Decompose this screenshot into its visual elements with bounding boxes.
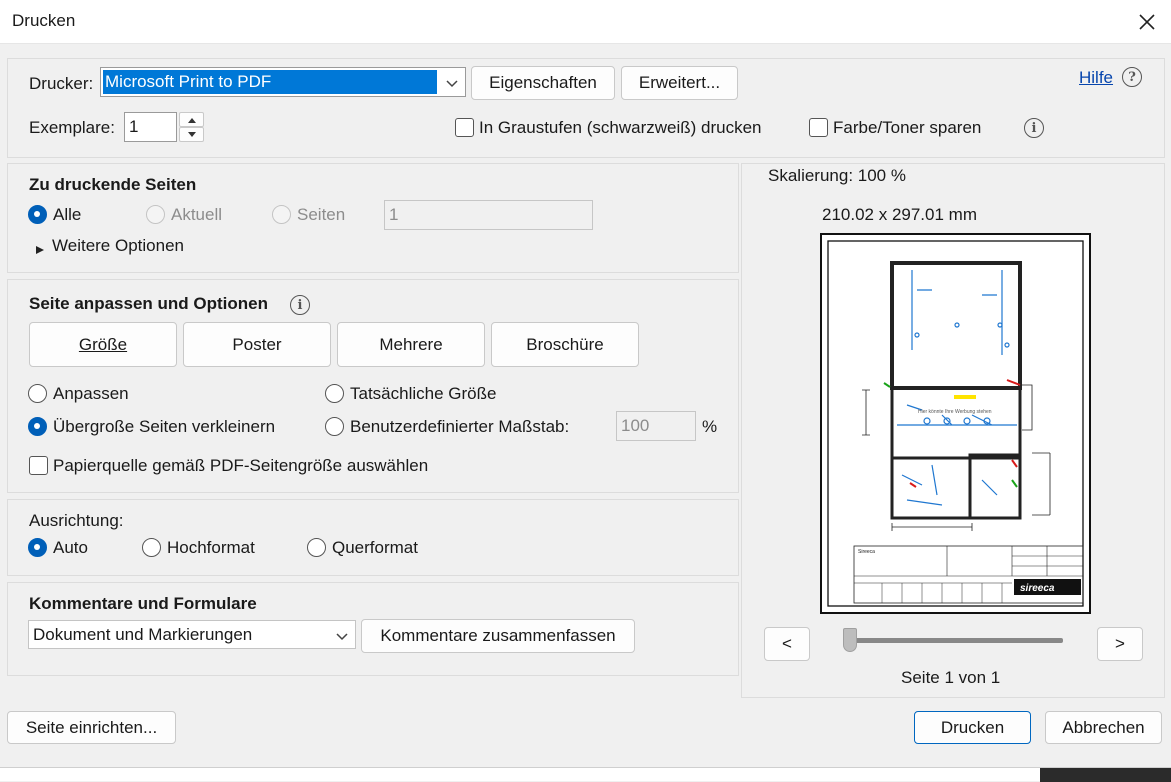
tab-booklet[interactable]: Broschüre: [491, 322, 639, 367]
copies-value: 1: [129, 117, 139, 136]
save-toner-label[interactable]: Farbe/Toner sparen: [833, 118, 981, 138]
close-icon[interactable]: [1129, 4, 1165, 40]
orientation-portrait-label[interactable]: Hochformat: [167, 538, 255, 558]
custom-scale-value: 100: [621, 416, 650, 435]
printer-select[interactable]: Microsoft Print to PDF: [100, 67, 466, 97]
info-icon[interactable]: i: [1024, 118, 1044, 138]
copies-label: Exemplare:: [29, 118, 115, 137]
help-link[interactable]: Hilfe: [1079, 68, 1113, 88]
pages-heading: Zu druckende Seiten: [29, 175, 197, 194]
chevron-down-icon: [445, 75, 459, 95]
summarize-comments-button[interactable]: Kommentare zusammenfassen: [361, 619, 635, 653]
fit-info-icon[interactable]: i: [290, 295, 310, 315]
printer-label: Drucker:: [29, 74, 94, 93]
slider-track: [849, 638, 1063, 643]
background-app-strip: [0, 767, 1171, 782]
orientation-auto-label[interactable]: Auto: [53, 538, 88, 558]
fit-radio[interactable]: [28, 384, 47, 403]
comments-selected-value: Dokument und Markierungen: [33, 624, 253, 644]
tab-size-label: Größe: [78, 334, 128, 354]
prev-page-button[interactable]: <: [764, 627, 810, 661]
copies-input[interactable]: 1: [124, 112, 177, 142]
tab-poster[interactable]: Poster: [183, 322, 331, 367]
scaling-label: Skalierung: 100 %: [768, 166, 906, 185]
pages-range-input[interactable]: 1: [384, 200, 593, 230]
save-toner-checkbox[interactable]: [809, 118, 828, 137]
pages-all-radio[interactable]: [28, 205, 47, 224]
tab-size[interactable]: Größe: [29, 322, 177, 367]
more-options-toggle[interactable]: Weitere Optionen: [52, 236, 184, 256]
orientation-landscape-label[interactable]: Querformat: [332, 538, 418, 558]
title-block-name: Sireeca: [858, 549, 875, 555]
fit-label[interactable]: Anpassen: [53, 384, 129, 404]
shrink-label[interactable]: Übergroße Seiten verkleinern: [53, 417, 275, 437]
comments-chevron-icon: [335, 628, 349, 648]
page-setup-button[interactable]: Seite einrichten...: [7, 711, 176, 744]
actual-size-radio[interactable]: [325, 384, 344, 403]
grayscale-label[interactable]: In Graustufen (schwarzweiß) drucken: [479, 118, 762, 138]
advanced-button[interactable]: Erweitert...: [621, 66, 738, 100]
percent-label: %: [702, 417, 718, 436]
paper-source-label[interactable]: Papierquelle gemäß PDF-Seitengröße auswä…: [53, 456, 428, 476]
shrink-radio[interactable]: [28, 417, 47, 436]
floor-plan-drawing: Hier könnte Ihre Werbung stehen Sireeca …: [827, 240, 1084, 607]
title-block-logo: sireeca: [1020, 583, 1055, 594]
actual-size-label[interactable]: Tatsächliche Größe: [350, 384, 496, 404]
properties-button[interactable]: Eigenschaften: [471, 66, 615, 100]
pages-range-radio[interactable]: [272, 205, 291, 224]
page-slider[interactable]: [843, 626, 1065, 656]
window-title: Drucken: [12, 11, 76, 30]
print-button[interactable]: Drucken: [914, 711, 1031, 744]
paper-source-checkbox[interactable]: [29, 456, 48, 475]
tab-multiple[interactable]: Mehrere: [337, 322, 485, 367]
page-info: Seite 1 von 1: [901, 668, 1001, 687]
title-bar: Drucken: [0, 0, 1171, 44]
next-page-button[interactable]: >: [1097, 627, 1143, 661]
grayscale-checkbox[interactable]: [455, 118, 474, 137]
orientation-auto-radio[interactable]: [28, 538, 47, 557]
page-preview: Hier könnte Ihre Werbung stehen Sireeca …: [820, 233, 1091, 614]
plan-advert-text: Hier könnte Ihre Werbung stehen: [918, 409, 992, 415]
slider-thumb[interactable]: [843, 628, 857, 652]
cancel-button[interactable]: Abbrechen: [1045, 711, 1162, 744]
orientation-portrait-radio[interactable]: [142, 538, 161, 557]
help-icon[interactable]: ?: [1122, 67, 1142, 87]
orientation-heading: Ausrichtung:: [29, 511, 124, 530]
background-dark-region: [1040, 768, 1171, 782]
expand-triangle-icon[interactable]: [35, 240, 45, 260]
pages-current-label[interactable]: Aktuell: [171, 205, 222, 225]
custom-scale-input[interactable]: 100: [616, 411, 696, 441]
fit-heading: Seite anpassen und Optionen: [29, 294, 268, 313]
printer-selected-value: Microsoft Print to PDF: [103, 70, 437, 94]
copies-down-icon[interactable]: [179, 127, 204, 142]
dimensions-label: 210.02 x 297.01 mm: [822, 205, 977, 224]
copies-up-icon[interactable]: [179, 112, 204, 127]
comments-select[interactable]: Dokument und Markierungen: [28, 620, 356, 649]
pages-current-radio[interactable]: [146, 205, 165, 224]
pages-all-label[interactable]: Alle: [53, 205, 81, 225]
pages-range-label[interactable]: Seiten: [297, 205, 345, 225]
custom-scale-radio[interactable]: [325, 417, 344, 436]
pages-range-value: 1: [389, 205, 399, 224]
orientation-landscape-radio[interactable]: [307, 538, 326, 557]
custom-scale-label[interactable]: Benutzerdefinierter Maßstab:: [350, 417, 569, 437]
comments-heading: Kommentare und Formulare: [29, 594, 257, 613]
